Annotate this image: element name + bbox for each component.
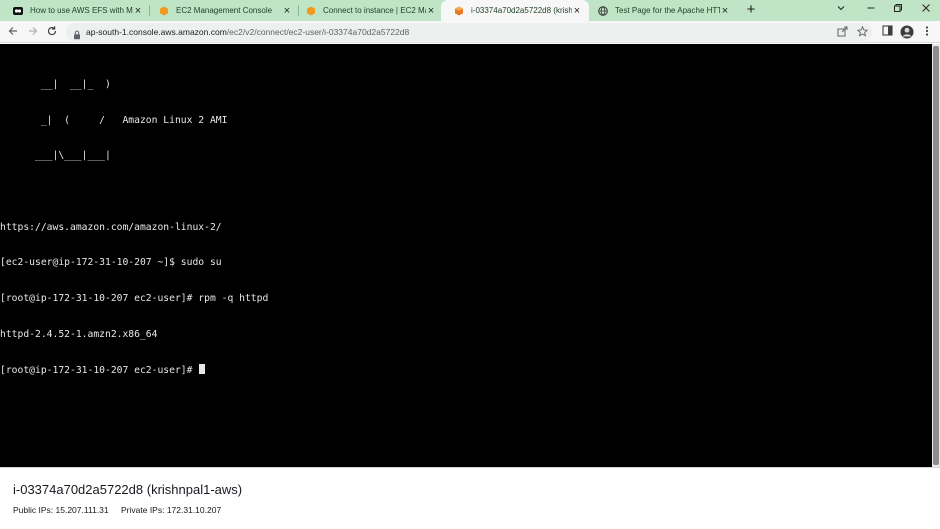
close-window-button[interactable]	[917, 2, 935, 18]
tab-search-chevron-icon[interactable]	[832, 2, 850, 18]
terminal-output: __| __|_ ) _| ( / Amazon Linux 2 AMI ___…	[0, 55, 268, 400]
minimize-button[interactable]	[862, 2, 880, 18]
tab-apache-test-page[interactable]: Test Page for the Apache HTTP S ×	[585, 0, 737, 21]
terminal-prompt: [root@ip-172-31-10-207 ec2-user]#	[0, 365, 199, 377]
close-icon[interactable]: ×	[282, 5, 292, 16]
tab-efs-article[interactable]: How to use AWS EFS with Multip ×	[0, 0, 150, 21]
globe-icon	[598, 5, 608, 16]
lock-icon[interactable]	[73, 27, 81, 40]
terminal-prompt-line: [root@ip-172-31-10-207 ec2-user]#	[0, 364, 268, 376]
instance-title: i-03374a70d2a5722d8 (krishnpal1-aws)	[13, 482, 243, 497]
tab-title: i-03374a70d2a5722d8 (krishnpal	[471, 6, 572, 15]
instance-info-panel: i-03374a70d2a5722d8 (krishnpal1-aws) Pub…	[0, 467, 940, 529]
side-panel-icon[interactable]	[880, 25, 894, 39]
terminal-cursor	[199, 364, 206, 375]
terminal-line: _| ( / Amazon Linux 2 AMI	[0, 114, 228, 126]
scrollbar-thumb[interactable]	[933, 46, 939, 465]
tab-instance-terminal[interactable]: i-03374a70d2a5722d8 (krishnpal ×	[441, 0, 589, 21]
tab-title: EC2 Management Console	[176, 6, 273, 15]
tab-title: Test Page for the Apache HTTP S	[615, 6, 720, 15]
close-icon[interactable]: ×	[133, 5, 143, 16]
terminal-line: [ec2-user@ip-172-31-10-207 ~]$ sudo su	[0, 257, 222, 269]
bookmark-star-icon[interactable]	[856, 25, 868, 38]
aws-icon	[159, 6, 169, 16]
logo-icon	[13, 6, 23, 16]
browser-toolbar: ap-south-1.console.aws.amazon.com/ec2/v2…	[0, 21, 940, 43]
more-menu-icon[interactable]	[920, 25, 934, 39]
url-text: ap-south-1.console.aws.amazon.com/ec2/v2…	[86, 23, 409, 41]
tab-connect-instance[interactable]: Connect to instance | EC2 Manag ×	[293, 0, 443, 21]
tab-strip: How to use AWS EFS with Multip × EC2 Man…	[0, 0, 940, 21]
ec2-icon	[454, 6, 464, 16]
url-path: /ec2/v2/connect/ec2-user/i-03374a70d2a57…	[226, 27, 410, 37]
share-icon[interactable]	[836, 26, 848, 38]
terminal-line: https://aws.amazon.com/amazon-linux-2/	[0, 221, 222, 233]
back-button[interactable]	[6, 25, 20, 39]
terminal-line: httpd-2.4.52-1.amzn2.x86_64	[0, 328, 158, 340]
forward-button[interactable]	[26, 25, 40, 39]
close-icon[interactable]: ×	[572, 5, 582, 16]
instance-ips: Public IPs: 15.207.111.31 Private IPs: 1…	[13, 505, 231, 515]
tab-ec2-console[interactable]: EC2 Management Console ×	[146, 0, 299, 21]
terminal-line: ___|\___|___|	[0, 150, 111, 162]
terminal-line: __| __|_ )	[0, 78, 111, 90]
aws-icon	[306, 6, 316, 16]
private-ips: Private IPs: 172.31.10.207	[121, 505, 222, 515]
restore-button[interactable]	[889, 2, 907, 18]
terminal-line: [root@ip-172-31-10-207 ec2-user]# rpm -q…	[0, 293, 269, 305]
reload-button[interactable]	[45, 25, 59, 39]
close-icon[interactable]: ×	[426, 5, 436, 16]
url-host: ap-south-1.console.aws.amazon.com	[86, 27, 227, 37]
new-tab-button[interactable]: +	[744, 2, 758, 17]
public-ips: Public IPs: 15.207.111.31	[13, 505, 109, 515]
tab-title: Connect to instance | EC2 Manag	[323, 6, 426, 15]
address-bar[interactable]: ap-south-1.console.aws.amazon.com/ec2/v2…	[66, 23, 872, 41]
close-icon[interactable]: ×	[720, 5, 730, 16]
tab-title: How to use AWS EFS with Multip	[30, 6, 133, 15]
terminal-window[interactable]: __| __|_ ) _| ( / Amazon Linux 2 AMI ___…	[0, 44, 932, 467]
avatar[interactable]	[900, 25, 914, 39]
terminal-scrollbar[interactable]	[932, 44, 940, 467]
